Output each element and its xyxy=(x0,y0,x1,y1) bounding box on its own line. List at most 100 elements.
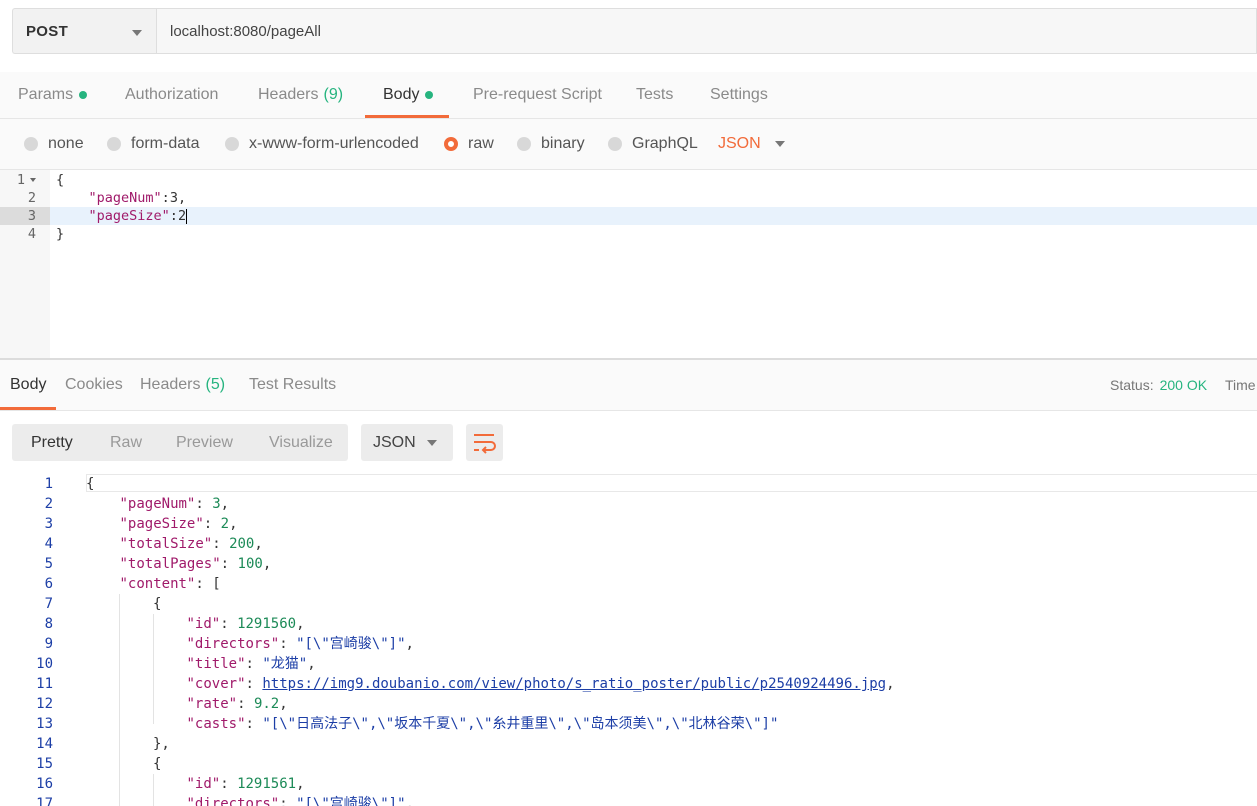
response-line: 14}, xyxy=(0,734,1257,754)
response-line: 2 "pageNum": 3, xyxy=(0,494,1257,514)
code-text: "pageSize": 2, xyxy=(119,516,238,532)
json-key: "content" xyxy=(119,576,196,592)
json-link[interactable]: https://img9.doubanio.com/view/photo/s_r… xyxy=(262,676,886,692)
body-type-options: none form-data x-www-form-urlencoded raw… xyxy=(0,119,1257,170)
response-line: 4 "totalSize": 200, xyxy=(0,534,1257,554)
code-text: { xyxy=(153,756,162,772)
response-line: 8 "id": 1291560, xyxy=(0,614,1257,634)
response-format-label: JSON xyxy=(373,433,416,451)
tab-test-results[interactable]: Test Results xyxy=(249,360,336,410)
view-pretty-button[interactable]: Pretty xyxy=(31,424,73,461)
method-label: POST xyxy=(26,22,69,40)
json-value: 1291561 xyxy=(237,776,297,792)
code-text: "content": [ xyxy=(119,576,221,592)
response-line: 12 "rate": 9.2, xyxy=(0,694,1257,714)
response-line: 17 "directors": "[\"宫崎骏\"]", xyxy=(0,794,1257,806)
fold-arrow-icon[interactable] xyxy=(30,178,36,182)
json-key: "totalSize" xyxy=(119,536,213,552)
response-line: 13 "casts": "[\"日高法子\",\"坂本千夏\",\"糸井重里\",… xyxy=(0,714,1257,734)
radio-binary[interactable]: binary xyxy=(517,119,585,169)
json-value: "[\"宫崎骏\"]" xyxy=(296,796,406,806)
response-body-viewer[interactable]: 1{2 "pageNum": 3, 3 "pageSize": 2, 4 "totalSi… xyxy=(0,474,1257,806)
line-number: 6 xyxy=(44,576,53,592)
body-format-select[interactable]: JSON xyxy=(718,119,785,169)
line-number: 16 xyxy=(36,776,53,792)
tab-label: Test Results xyxy=(249,376,337,393)
status-indicator: Status: 200 OK xyxy=(1110,360,1207,410)
code-text: }, xyxy=(153,736,170,752)
tab-body[interactable]: Body xyxy=(364,72,451,118)
tab-response-headers[interactable]: Headers (5) xyxy=(140,360,225,410)
code-text: "pageSize":2 xyxy=(88,208,188,224)
json-key: "pageSize" xyxy=(119,516,204,532)
response-line: 9 "directors": "[\"宫崎骏\"]", xyxy=(0,634,1257,654)
tab-authorization[interactable]: Authorization xyxy=(125,72,218,118)
tab-label: Headers xyxy=(258,86,319,103)
headers-count: (9) xyxy=(323,86,344,103)
radio-form-data[interactable]: form-data xyxy=(107,119,199,169)
radio-label: none xyxy=(48,135,84,152)
url-input[interactable]: localhost:8080/pageAll xyxy=(156,8,1257,54)
view-preview-button[interactable]: Preview xyxy=(176,424,233,461)
line-number: 3 xyxy=(44,516,53,532)
radio-x-www-form-urlencoded[interactable]: x-www-form-urlencoded xyxy=(225,119,419,169)
tab-label: Cookies xyxy=(65,376,123,393)
view-raw-button[interactable]: Raw xyxy=(110,424,142,461)
editor-line: 1 { xyxy=(0,171,1257,189)
tab-params[interactable]: Params xyxy=(18,72,88,118)
code-text: { xyxy=(86,476,95,492)
request-body-editor[interactable]: 1 { 2 "pageNum":3, 3 "pageSize":2 4 } xyxy=(0,170,1257,360)
radio-label: form-data xyxy=(131,135,200,152)
json-value: 100 xyxy=(237,556,263,572)
code-text: "cover": https://img9.doubanio.com/view/… xyxy=(186,676,895,692)
tab-tests[interactable]: Tests xyxy=(636,72,673,118)
json-value: 200 xyxy=(229,536,255,552)
tab-label: Pre-request Script xyxy=(473,86,602,103)
view-visualize-button[interactable]: Visualize xyxy=(269,424,333,461)
line-number: 8 xyxy=(44,616,53,632)
json-key: "totalPages" xyxy=(119,556,221,572)
json-value: 1291560 xyxy=(237,616,297,632)
json-value: "[\"宫崎骏\"]" xyxy=(296,636,406,652)
radio-graphql[interactable]: GraphQL xyxy=(608,119,698,169)
tab-settings[interactable]: Settings xyxy=(710,72,768,118)
method-select[interactable]: POST xyxy=(12,8,156,54)
line-number: 10 xyxy=(36,656,53,672)
code-text: { xyxy=(56,172,65,188)
radio-label: raw xyxy=(468,135,494,152)
radio-label: x-www-form-urlencoded xyxy=(249,135,419,152)
code-text: "casts": "[\"日高法子\",\"坂本千夏\",\"糸井重里\",\"… xyxy=(186,716,779,732)
json-key: "directors" xyxy=(186,636,280,652)
tab-label: Headers xyxy=(140,376,201,393)
tab-label: Params xyxy=(18,86,74,103)
line-number: 2 xyxy=(27,190,36,206)
line-number: 1 xyxy=(0,171,36,189)
chevron-down-icon xyxy=(427,440,437,446)
tab-headers[interactable]: Headers (9) xyxy=(258,72,343,118)
response-format-select[interactable]: JSON xyxy=(361,424,453,461)
json-value: 9.2 xyxy=(253,696,280,712)
response-line: 10 "title": "龙猫", xyxy=(0,654,1257,674)
tab-label: Body xyxy=(10,376,47,393)
text-cursor xyxy=(186,208,188,224)
radio-raw[interactable]: raw xyxy=(444,119,494,169)
json-value: [ xyxy=(212,576,221,592)
json-key: "rate" xyxy=(186,696,238,712)
modified-dot-icon xyxy=(425,91,434,99)
json-value: "龙猫" xyxy=(262,656,308,672)
radio-circle-icon xyxy=(24,137,38,151)
line-number: 15 xyxy=(36,756,53,772)
tab-response-body[interactable]: Body xyxy=(0,360,58,410)
json-key: "cover" xyxy=(186,676,246,692)
radio-none[interactable]: none xyxy=(24,119,84,169)
editor-line: 4 } xyxy=(0,225,1257,243)
wrap-lines-button[interactable] xyxy=(466,424,503,461)
tab-pre-request-script[interactable]: Pre-request Script xyxy=(473,72,602,118)
code-text: { xyxy=(153,596,162,612)
code-text: "pageNum": 3, xyxy=(119,496,230,512)
response-line: 3 "pageSize": 2, xyxy=(0,514,1257,534)
tab-cookies[interactable]: Cookies xyxy=(65,360,123,410)
body-format-label: JSON xyxy=(718,135,761,152)
response-line: 5 "totalPages": 100, xyxy=(0,554,1257,574)
radio-circle-icon xyxy=(225,137,239,151)
